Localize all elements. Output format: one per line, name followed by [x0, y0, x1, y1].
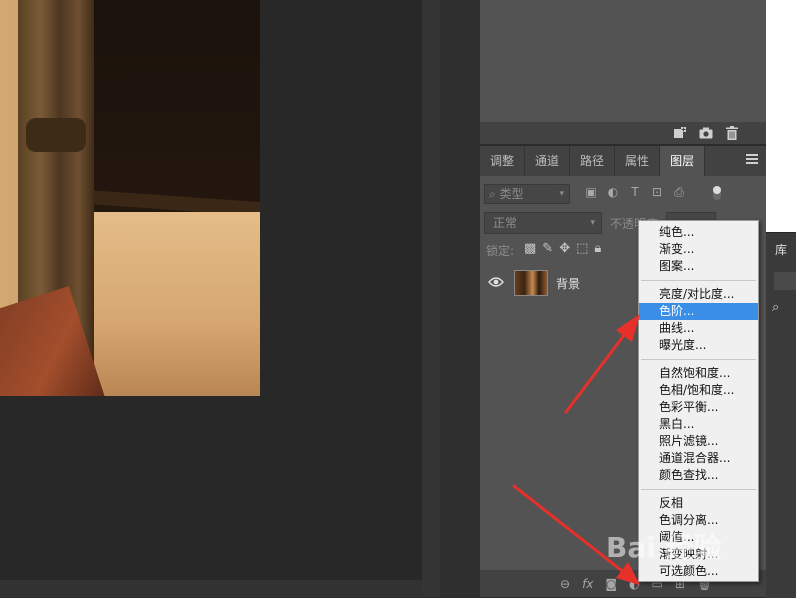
- new-layer-icon[interactable]: [672, 125, 688, 141]
- canvas-vertical-scrollbar[interactable]: [422, 0, 440, 597]
- menu-item-posterize[interactable]: 色调分离...: [639, 512, 758, 529]
- blend-mode-value: 正常: [493, 216, 518, 230]
- layer-filter-row: ⌕ 类型 ▾ ▣ ◐ T ⊡ ⎙: [480, 182, 766, 204]
- tab-properties[interactable]: 属性: [615, 146, 661, 176]
- canvas-area[interactable]: [0, 0, 422, 580]
- chevron-down-icon: ▾: [590, 218, 595, 228]
- search-icon[interactable]: ⌕: [772, 300, 779, 315]
- menu-item-photo-filter[interactable]: 照片滤镜...: [639, 433, 758, 450]
- menu-separator: [641, 359, 756, 360]
- tab-library[interactable]: 库: [766, 238, 796, 262]
- menu-item-brightness-contrast[interactable]: 亮度/对比度...: [639, 286, 758, 303]
- menu-item-threshold[interactable]: 阈值...: [639, 529, 758, 546]
- adjustment-filter-icon[interactable]: ◐: [606, 185, 620, 200]
- menu-item-gradient[interactable]: 渐变...: [639, 241, 758, 258]
- tab-layers[interactable]: 图层: [660, 146, 706, 176]
- menu-separator: [641, 280, 756, 281]
- link-icon[interactable]: ⊖: [560, 577, 570, 591]
- menu-item-black-white[interactable]: 黑白...: [639, 416, 758, 433]
- panel-tabs: 调整 通道 路径 属性 图层: [480, 146, 766, 176]
- upper-panel-toolbar: [480, 122, 766, 144]
- lock-all-icon[interactable]: 🔒︎: [594, 241, 601, 256]
- lock-pixels-icon[interactable]: ✎: [542, 241, 553, 256]
- lock-artboard-icon[interactable]: ⬚: [576, 241, 588, 256]
- type-filter-icon[interactable]: T: [628, 185, 642, 200]
- camera-icon[interactable]: [698, 125, 714, 141]
- menu-item-color-balance[interactable]: 色彩平衡...: [639, 399, 758, 416]
- menu-item-gradient-map[interactable]: 渐变映射...: [639, 546, 758, 563]
- library-field[interactable]: [774, 272, 796, 290]
- canvas-horizontal-scrollbar[interactable]: [0, 580, 422, 597]
- smart-object-filter-icon[interactable]: ⎙: [672, 185, 686, 200]
- layer-style-button[interactable]: fx: [582, 577, 593, 591]
- eye-icon[interactable]: [488, 276, 504, 290]
- layer-name[interactable]: 背景: [556, 275, 580, 292]
- filter-icons: ▣ ◐ T ⊡ ⎙: [584, 185, 686, 200]
- menu-item-color-lookup[interactable]: 颜色查找...: [639, 467, 758, 484]
- filter-kind-select[interactable]: ⌕ 类型 ▾: [484, 184, 570, 204]
- lock-position-icon[interactable]: ✥: [559, 241, 570, 256]
- chevron-down-icon: ▾: [559, 189, 564, 199]
- menu-item-solid-color[interactable]: 纯色...: [639, 224, 758, 241]
- lock-label: 锁定:: [486, 244, 515, 258]
- panel-menu-icon[interactable]: [746, 154, 758, 166]
- lock-icons: ▩ ✎ ✥ ⬚ 🔒︎: [524, 241, 601, 256]
- menu-item-vibrance[interactable]: 自然饱和度...: [639, 365, 758, 382]
- menu-item-selective-color[interactable]: 可选颜色...: [639, 563, 758, 580]
- blend-mode-select[interactable]: 正常 ▾: [484, 212, 602, 234]
- trash-icon[interactable]: [724, 125, 740, 141]
- menu-separator: [641, 489, 756, 490]
- tab-channels[interactable]: 通道: [525, 146, 571, 176]
- panel-gutter: [440, 0, 480, 597]
- document-photo[interactable]: [0, 0, 260, 396]
- menu-item-levels[interactable]: 色阶...: [639, 303, 758, 320]
- menu-item-channel-mixer[interactable]: 通道混合器...: [639, 450, 758, 467]
- menu-item-exposure[interactable]: 曝光度...: [639, 337, 758, 354]
- menu-item-curves[interactable]: 曲线...: [639, 320, 758, 337]
- history-panel: [480, 0, 766, 122]
- search-icon: ⌕: [489, 187, 500, 201]
- filter-kind-label: 类型: [499, 187, 524, 201]
- menu-item-pattern[interactable]: 图案...: [639, 258, 758, 275]
- lock-transparency-icon[interactable]: ▩: [524, 241, 536, 256]
- adjustment-context-menu: 纯色... 渐变... 图案... 亮度/对比度... 色阶... 曲线... …: [638, 220, 759, 582]
- shape-filter-icon[interactable]: ⊡: [650, 185, 664, 200]
- filter-toggle[interactable]: [713, 186, 721, 200]
- tab-adjustments[interactable]: 调整: [480, 146, 526, 176]
- tab-paths[interactable]: 路径: [570, 146, 616, 176]
- right-dock: 库 ⌕: [766, 0, 796, 598]
- image-filter-icon[interactable]: ▣: [584, 185, 598, 200]
- menu-item-invert[interactable]: 反相: [639, 495, 758, 512]
- layer-mask-icon[interactable]: ◙: [605, 577, 617, 591]
- menu-item-hue-saturation[interactable]: 色相/饱和度...: [639, 382, 758, 399]
- layer-thumbnail[interactable]: [514, 270, 548, 296]
